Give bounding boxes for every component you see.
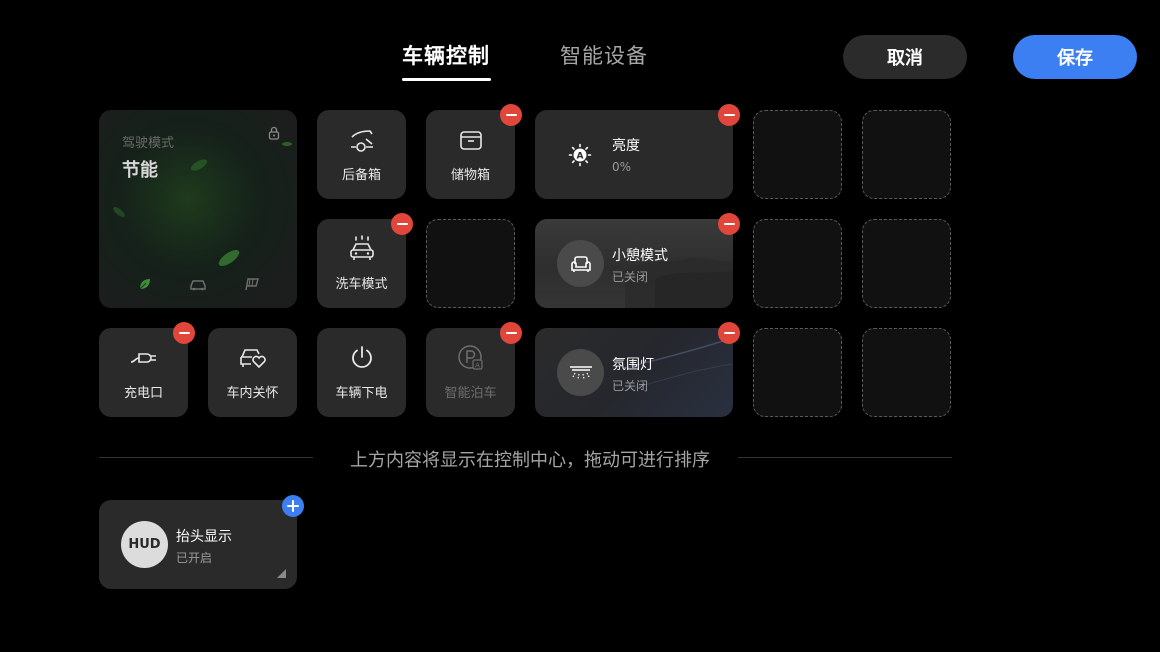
hud-status: 已开启 [176,551,213,565]
charge-port-tile[interactable]: 充电口 [99,328,188,417]
storage-box-tile[interactable]: 储物箱 [426,110,515,199]
svg-text:A: A [577,152,584,162]
car-icon[interactable] [189,277,207,291]
power-icon [351,346,372,368]
remove-ambient-light-button[interactable] [718,322,740,344]
remove-rest-mode-button[interactable] [718,213,740,235]
charging-plug-icon [130,353,156,363]
car-heart-icon [239,349,266,369]
seat-icon-circle [557,240,604,287]
driving-mode-title: 驾驶模式 [122,136,175,151]
remove-car-wash-button[interactable] [391,213,413,235]
divider-right [738,457,952,458]
arrangement-hint: 上方内容将显示在控制中心，拖动可进行排序 [350,450,710,471]
tab-smart-devices[interactable]: 智能设备 [560,40,648,70]
tile-label: 充电口 [123,386,163,401]
power-off-tile[interactable]: 车辆下电 [317,328,406,417]
leaf-icon[interactable] [138,277,152,291]
hud-tile[interactable]: HUD 抬头显示 已开启 [99,500,297,589]
ambient-light-status: 已关闭 [612,379,649,393]
brightness-tile[interactable]: A 亮度 0% [535,110,733,199]
ambient-light-title: 氛围灯 [612,357,654,373]
tile-label: 车内关怀 [226,386,279,401]
ambient-light-icon-circle [557,349,604,396]
driving-mode-card[interactable]: 驾驶模式 节能 [99,110,297,308]
svg-text:A: A [475,362,480,370]
remove-storage-box-button[interactable] [500,104,522,126]
brightness-title: 亮度 [612,138,640,154]
tile-label: 储物箱 [450,168,490,183]
resize-corner-icon[interactable] [277,569,286,578]
control-center-editor: 车辆控制 智能设备 取消 保存 驾驶模式 节能 后备箱 储物箱 A 亮度 0% … [0,0,1160,652]
tab-vehicle-control[interactable]: 车辆控制 [402,40,490,70]
parking-icon: A [457,345,483,370]
save-button[interactable]: 保存 [1013,35,1137,79]
brightness-value: 0% [612,160,632,174]
tab-active-indicator [402,78,491,81]
flag-icon[interactable] [244,277,260,291]
tile-label: 车辆下电 [335,386,388,401]
hud-title: 抬头显示 [176,529,232,545]
empty-slot[interactable] [426,219,515,308]
ambient-light-tile[interactable]: 氛围灯 已关闭 [535,328,733,417]
rest-mode-tile[interactable]: 小憩模式 已关闭 [535,219,733,308]
empty-slot[interactable] [753,110,842,199]
remove-charge-port-button[interactable] [173,322,195,344]
lock-icon [268,126,280,140]
remove-brightness-button[interactable] [718,104,740,126]
ambient-light-icon [569,365,592,379]
tile-label: 洗车模式 [335,277,388,292]
empty-slot[interactable] [862,328,951,417]
empty-slot[interactable] [862,219,951,308]
hud-icon-circle: HUD [121,521,168,568]
rest-mode-title: 小憩模式 [612,248,668,264]
remove-smart-parking-button[interactable] [500,322,522,344]
empty-slot[interactable] [753,328,842,417]
trunk-tile[interactable]: 后备箱 [317,110,406,199]
auto-brightness-icon: A [568,143,592,167]
tile-label: 后备箱 [341,168,381,183]
cabin-care-tile[interactable]: 车内关怀 [208,328,297,417]
empty-slot[interactable] [753,219,842,308]
tile-label: 智能泊车 [444,386,497,401]
car-wash-tile[interactable]: 洗车模式 [317,219,406,308]
smart-parking-tile[interactable]: A 智能泊车 [426,328,515,417]
cancel-button[interactable]: 取消 [843,35,967,79]
seat-icon [570,255,591,272]
rest-mode-status: 已关闭 [612,270,649,284]
driving-mode-value: 节能 [122,160,158,181]
hud-icon: HUD [128,537,161,552]
car-wash-icon [349,235,374,260]
storage-box-icon [459,131,482,150]
empty-slot[interactable] [862,110,951,199]
trunk-icon [350,130,373,152]
add-hud-button[interactable] [282,495,304,517]
